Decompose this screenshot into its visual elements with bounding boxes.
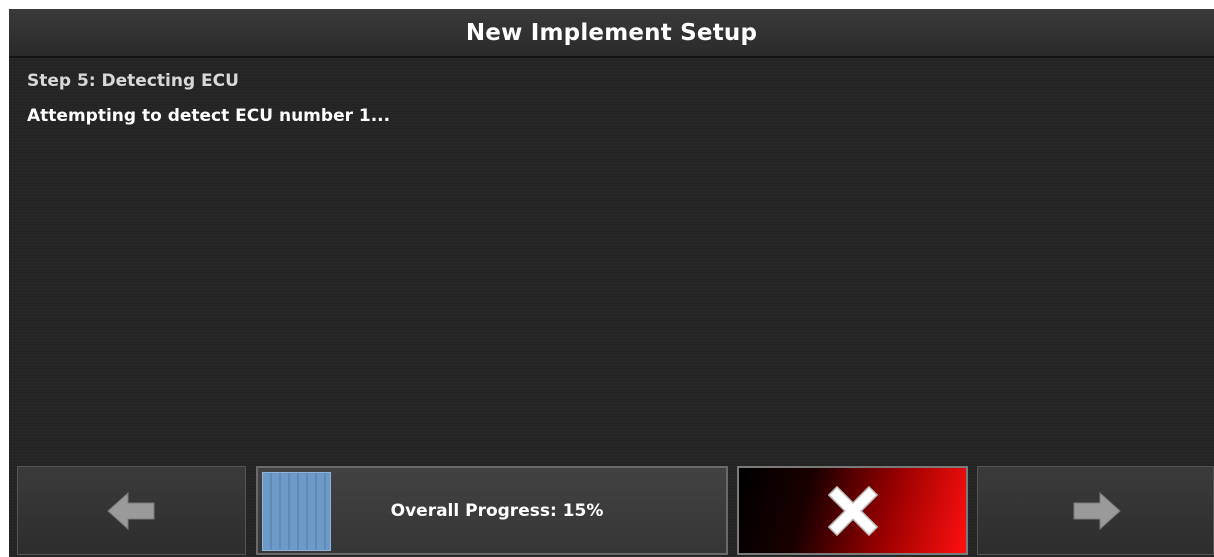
next-button[interactable]: [977, 466, 1214, 555]
overall-progress: Overall Progress: 15%: [256, 466, 728, 555]
arrow-left-icon: [106, 490, 158, 532]
cancel-button[interactable]: [737, 466, 968, 555]
bottom-toolbar: Overall Progress: 15%: [9, 464, 1214, 557]
title-bar: New Implement Setup: [9, 9, 1214, 58]
step-title: Step 5: Detecting ECU: [27, 71, 239, 91]
back-button[interactable]: [17, 466, 246, 555]
status-message: Attempting to detect ECU number 1...: [27, 106, 391, 126]
close-x-icon: [827, 485, 878, 536]
setup-screen: New Implement Setup Step 5: Detecting EC…: [9, 9, 1214, 557]
arrow-right-icon: [1070, 490, 1122, 532]
progress-bar-fill: [262, 472, 331, 551]
progress-label: Overall Progress: 15%: [390, 500, 604, 521]
window-title: New Implement Setup: [465, 19, 758, 46]
